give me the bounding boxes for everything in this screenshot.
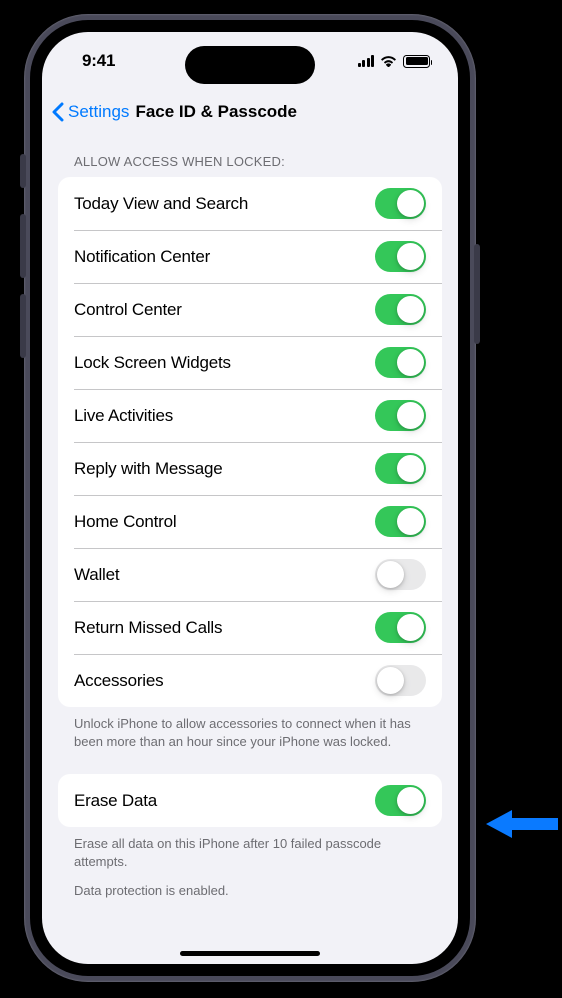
volume-down-button[interactable] (20, 294, 26, 358)
callout-arrow-icon (486, 806, 558, 842)
erase-data-group: Erase Data (58, 774, 442, 827)
label-notification-center: Notification Center (74, 247, 210, 267)
home-indicator[interactable] (180, 951, 320, 956)
section-header-allow-access: Allow Access When Locked: (42, 134, 458, 177)
battery-icon (403, 55, 430, 68)
row-accessories: Accessories (58, 654, 442, 707)
section-footer-erase: Erase all data on this iPhone after 10 f… (42, 827, 458, 870)
back-button[interactable]: Settings (52, 102, 129, 122)
label-today-view-and-search: Today View and Search (74, 194, 248, 214)
wifi-icon (380, 55, 397, 67)
toggle-accessories[interactable] (375, 665, 426, 696)
nav-bar: Settings Face ID & Passcode (42, 90, 458, 134)
status-icons (358, 55, 431, 68)
label-home-control: Home Control (74, 512, 176, 532)
screen: 9:41 Set (42, 32, 458, 964)
row-wallet: Wallet (58, 548, 442, 601)
label-reply-with-message: Reply with Message (74, 459, 223, 479)
row-control-center: Control Center (58, 283, 442, 336)
power-button[interactable] (474, 244, 480, 344)
erase-data-label: Erase Data (74, 791, 157, 811)
row-today-view-and-search: Today View and Search (58, 177, 442, 230)
label-control-center: Control Center (74, 300, 182, 320)
label-accessories: Accessories (74, 671, 163, 691)
toggle-wallet[interactable] (375, 559, 426, 590)
toggle-home-control[interactable] (375, 506, 426, 537)
chevron-left-icon (52, 102, 64, 122)
toggle-lock-screen-widgets[interactable] (375, 347, 426, 378)
cellular-signal-icon (358, 55, 375, 67)
row-home-control: Home Control (58, 495, 442, 548)
row-reply-with-message: Reply with Message (58, 442, 442, 495)
label-lock-screen-widgets: Lock Screen Widgets (74, 353, 231, 373)
section-footer-data-protection: Data protection is enabled. (42, 870, 458, 900)
row-notification-center: Notification Center (58, 230, 442, 283)
dynamic-island (185, 46, 315, 84)
label-live-activities: Live Activities (74, 406, 173, 426)
label-wallet: Wallet (74, 565, 119, 585)
toggle-today-view-and-search[interactable] (375, 188, 426, 219)
toggle-return-missed-calls[interactable] (375, 612, 426, 643)
toggle-live-activities[interactable] (375, 400, 426, 431)
back-label: Settings (68, 102, 129, 122)
phone-frame: 9:41 Set (24, 14, 476, 982)
toggle-notification-center[interactable] (375, 241, 426, 272)
section-footer-accessories: Unlock iPhone to allow accessories to co… (42, 707, 458, 750)
toggle-erase-data[interactable] (375, 785, 426, 816)
label-return-missed-calls: Return Missed Calls (74, 618, 222, 638)
volume-up-button[interactable] (20, 214, 26, 278)
row-live-activities: Live Activities (58, 389, 442, 442)
row-erase-data: Erase Data (58, 774, 442, 827)
allow-access-group: Today View and Search Notification Center… (58, 177, 442, 707)
silent-switch[interactable] (20, 154, 26, 188)
status-time: 9:41 (82, 51, 115, 71)
row-lock-screen-widgets: Lock Screen Widgets (58, 336, 442, 389)
toggle-reply-with-message[interactable] (375, 453, 426, 484)
page-title: Face ID & Passcode (135, 102, 297, 122)
row-return-missed-calls: Return Missed Calls (58, 601, 442, 654)
content[interactable]: Allow Access When Locked: Today View and… (42, 134, 458, 964)
toggle-control-center[interactable] (375, 294, 426, 325)
